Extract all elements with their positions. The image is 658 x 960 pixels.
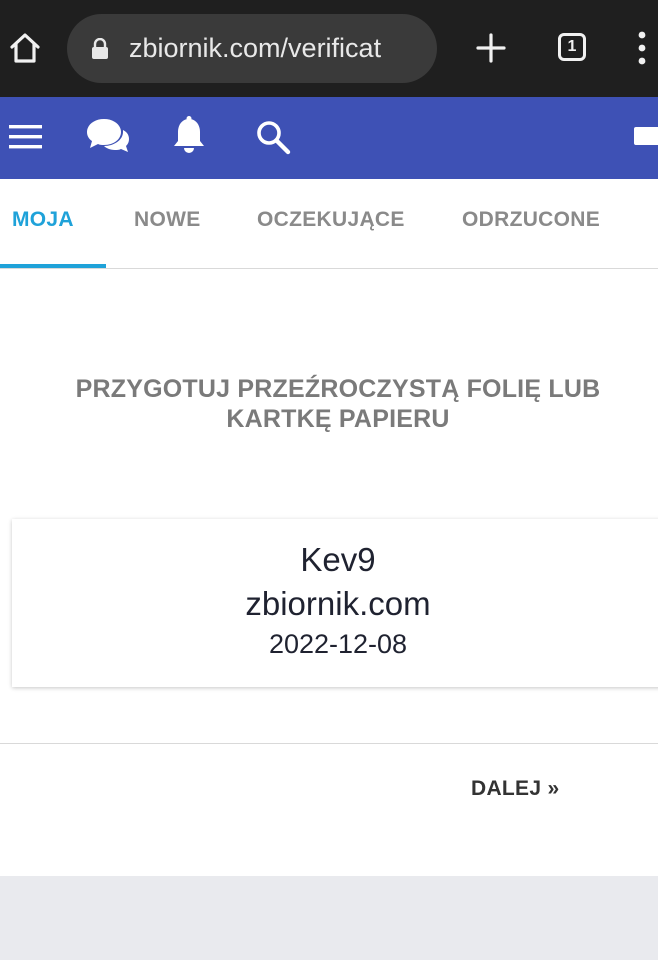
tab-odrzucone[interactable]: ODRZUCONE [462, 208, 600, 232]
card-username: Kev9 [300, 541, 376, 578]
tab-switcher-button[interactable]: 1 [558, 33, 586, 61]
app-header [0, 97, 658, 179]
home-icon[interactable] [8, 31, 42, 65]
next-button[interactable]: DALEJ » [471, 777, 559, 801]
bell-icon[interactable] [172, 116, 206, 154]
instruction-line-1: PRZYGOTUJ PRZEŹROCZYSTĄ FOLIĘ LUB [75, 375, 601, 403]
lock-icon [92, 38, 108, 59]
tab-oczekujace[interactable]: OCZEKUJĄCE [257, 208, 405, 232]
card-site: zbiornik.com [245, 585, 431, 622]
active-tab-indicator [0, 264, 106, 268]
search-icon[interactable] [255, 119, 291, 155]
chat-bubbles-icon[interactable] [86, 117, 130, 155]
mail-icon[interactable] [634, 127, 658, 145]
tab-moja[interactable]: MOJA [12, 208, 74, 232]
verification-panel: PRZYGOTUJ PRZEŹROCZYSTĄ FOLIĘ LUB KARTKĘ… [0, 269, 658, 876]
verification-tabs: MOJA NOWE OCZEKUJĄCE ODRZUCONE [0, 179, 658, 269]
tab-nowe[interactable]: NOWE [134, 208, 201, 232]
hamburger-menu-icon[interactable] [9, 123, 43, 151]
kebab-menu-icon[interactable] [634, 30, 650, 66]
address-bar[interactable]: zbiornik.com/verificat [67, 14, 437, 83]
verification-card: Kev9 zbiornik.com 2022-12-08 [12, 519, 658, 687]
browser-toolbar: zbiornik.com/verificat 1 [0, 0, 658, 97]
divider [0, 743, 658, 744]
card-date: 2022-12-08 [268, 629, 408, 659]
url-text[interactable]: zbiornik.com/verificat [129, 30, 429, 66]
instruction-line-2: KARTKĘ PAPIERU [226, 405, 450, 433]
plus-icon[interactable] [474, 31, 508, 65]
instruction-text: PRZYGOTUJ PRZEŹROCZYSTĄ FOLIĘ LUB KARTKĘ… [0, 374, 658, 434]
